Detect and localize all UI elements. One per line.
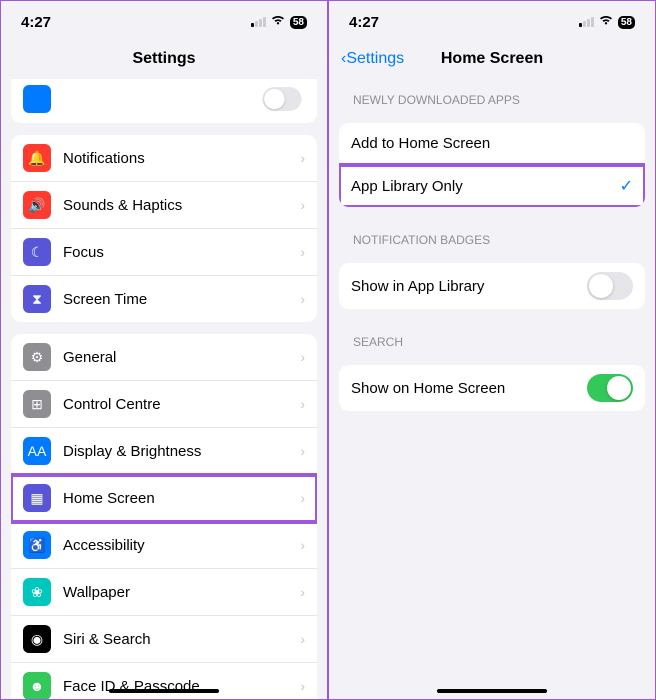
settings-screen: 4:27 58 Settings 🔔Notifications›🔊Sounds … bbox=[0, 0, 328, 700]
chevron-right-icon: › bbox=[300, 537, 305, 553]
page-title: Settings bbox=[1, 50, 327, 68]
home-screen-icon: ▦ bbox=[23, 484, 51, 512]
wifi-icon bbox=[598, 13, 614, 31]
row-label: Wallpaper bbox=[63, 584, 300, 601]
row-label: Home Screen bbox=[63, 490, 300, 507]
accessibility-icon: ♿ bbox=[23, 531, 51, 559]
section-header-search: Search bbox=[329, 321, 655, 353]
row-label: Accessibility bbox=[63, 537, 300, 554]
row-label: Sounds & Haptics bbox=[63, 197, 300, 214]
chevron-right-icon: › bbox=[300, 291, 305, 307]
option-label: Show on Home Screen bbox=[351, 380, 587, 397]
settings-row-display-brightness[interactable]: AA Display & Brightness› bbox=[11, 428, 317, 475]
sounds-haptics-icon: 🔊 bbox=[23, 191, 51, 219]
settings-content[interactable]: 🔔Notifications›🔊Sounds & Haptics›☾Focus›… bbox=[1, 79, 327, 699]
settings-row-focus[interactable]: ☾ Focus› bbox=[11, 229, 317, 276]
settings-row-accessibility[interactable]: ♿ Accessibility› bbox=[11, 522, 317, 569]
control-centre-icon: ⊞ bbox=[23, 390, 51, 418]
status-bar: 4:27 58 bbox=[329, 1, 655, 39]
toggle-switch[interactable] bbox=[587, 272, 633, 300]
settings-row-screen-time[interactable]: ⧗ Screen Time› bbox=[11, 276, 317, 322]
siri-search-icon: ◉ bbox=[23, 625, 51, 653]
display-brightness-icon: AA bbox=[23, 437, 51, 465]
search-group: Show on Home Screen bbox=[339, 365, 645, 411]
settings-row-control-centre[interactable]: ⊞ Control Centre› bbox=[11, 381, 317, 428]
check-icon: ✓ bbox=[620, 176, 633, 196]
settings-group-2: ⚙General›⊞Control Centre›AADisplay & Bri… bbox=[11, 334, 317, 699]
row-label: Siri & Search bbox=[63, 631, 300, 648]
chevron-right-icon: › bbox=[300, 396, 305, 412]
status-icons: 58 bbox=[579, 13, 635, 31]
battery-icon: 58 bbox=[290, 16, 307, 29]
settings-row-general[interactable]: ⚙ General› bbox=[11, 334, 317, 381]
row-label: Control Centre bbox=[63, 396, 300, 413]
chevron-right-icon: › bbox=[300, 584, 305, 600]
option-label: App Library Only bbox=[351, 178, 620, 195]
status-time: 4:27 bbox=[349, 14, 379, 31]
wifi-icon bbox=[270, 13, 286, 31]
battery-icon: 58 bbox=[618, 16, 635, 29]
settings-row-faceid-passcode[interactable]: ☻Face ID & Passcode› bbox=[11, 663, 317, 699]
settings-row-siri-search[interactable]: ◉ Siri & Search› bbox=[11, 616, 317, 663]
status-icons: 58 bbox=[251, 13, 307, 31]
faceid-passcode-icon: ☻ bbox=[23, 672, 51, 699]
chevron-right-icon: › bbox=[300, 197, 305, 213]
row-label: Notifications bbox=[63, 150, 300, 167]
screen-time-icon: ⧗ bbox=[23, 285, 51, 313]
section-header-newly: Newly Downloaded Apps bbox=[329, 79, 655, 111]
status-time: 4:27 bbox=[21, 14, 51, 31]
back-label: Settings bbox=[346, 50, 404, 68]
option-label: Add to Home Screen bbox=[351, 135, 633, 152]
wallpaper-icon: ❀ bbox=[23, 578, 51, 606]
notifications-icon: 🔔 bbox=[23, 144, 51, 172]
home-screen-content[interactable]: Newly Downloaded Apps Add to Home Screen… bbox=[329, 79, 655, 699]
row-label: Focus bbox=[63, 244, 300, 261]
focus-icon: ☾ bbox=[23, 238, 51, 266]
chevron-right-icon: › bbox=[300, 490, 305, 506]
toggle-switch[interactable] bbox=[587, 374, 633, 402]
partial-row[interactable] bbox=[11, 79, 317, 123]
option-label: Show in App Library bbox=[351, 278, 587, 295]
general-icon: ⚙ bbox=[23, 343, 51, 371]
status-bar: 4:27 58 bbox=[1, 1, 327, 39]
chevron-right-icon: › bbox=[300, 349, 305, 365]
toggle-icon bbox=[262, 87, 301, 111]
row-label: General bbox=[63, 349, 300, 366]
option-show-on-home-screen[interactable]: Show on Home Screen bbox=[339, 365, 645, 411]
badges-group: Show in App Library bbox=[339, 263, 645, 309]
settings-group-1: 🔔Notifications›🔊Sounds & Haptics›☾Focus›… bbox=[11, 135, 317, 322]
home-screen-settings: 4:27 58 ‹ Settings Home Screen Newly Dow… bbox=[328, 0, 656, 700]
newly-downloaded-group: Add to Home Screen App Library Only✓ bbox=[339, 123, 645, 207]
home-indicator[interactable] bbox=[109, 689, 219, 693]
back-button[interactable]: ‹ Settings bbox=[341, 50, 404, 68]
settings-row-sounds-haptics[interactable]: 🔊 Sounds & Haptics› bbox=[11, 182, 317, 229]
settings-row-notifications[interactable]: 🔔 Notifications› bbox=[11, 135, 317, 182]
chevron-right-icon: › bbox=[300, 150, 305, 166]
option-app-library-only[interactable]: App Library Only✓ bbox=[339, 165, 645, 207]
signal-icon bbox=[579, 17, 594, 27]
settings-row-wallpaper[interactable]: ❀ Wallpaper› bbox=[11, 569, 317, 616]
nav-bar: ‹ Settings Home Screen bbox=[329, 39, 655, 79]
partial-icon bbox=[23, 85, 51, 113]
home-indicator[interactable] bbox=[437, 689, 547, 693]
row-label: Screen Time bbox=[63, 291, 300, 308]
settings-row-home-screen[interactable]: ▦ Home Screen› bbox=[11, 475, 317, 522]
row-label: Display & Brightness bbox=[63, 443, 300, 460]
option-show-in-app-library[interactable]: Show in App Library bbox=[339, 263, 645, 309]
nav-bar: Settings bbox=[1, 39, 327, 79]
section-header-badges: Notification Badges bbox=[329, 219, 655, 251]
chevron-right-icon: › bbox=[300, 443, 305, 459]
chevron-right-icon: › bbox=[300, 678, 305, 694]
chevron-right-icon: › bbox=[300, 631, 305, 647]
option-add-to-home-screen[interactable]: Add to Home Screen bbox=[339, 123, 645, 165]
signal-icon bbox=[251, 17, 266, 27]
chevron-right-icon: › bbox=[300, 244, 305, 260]
